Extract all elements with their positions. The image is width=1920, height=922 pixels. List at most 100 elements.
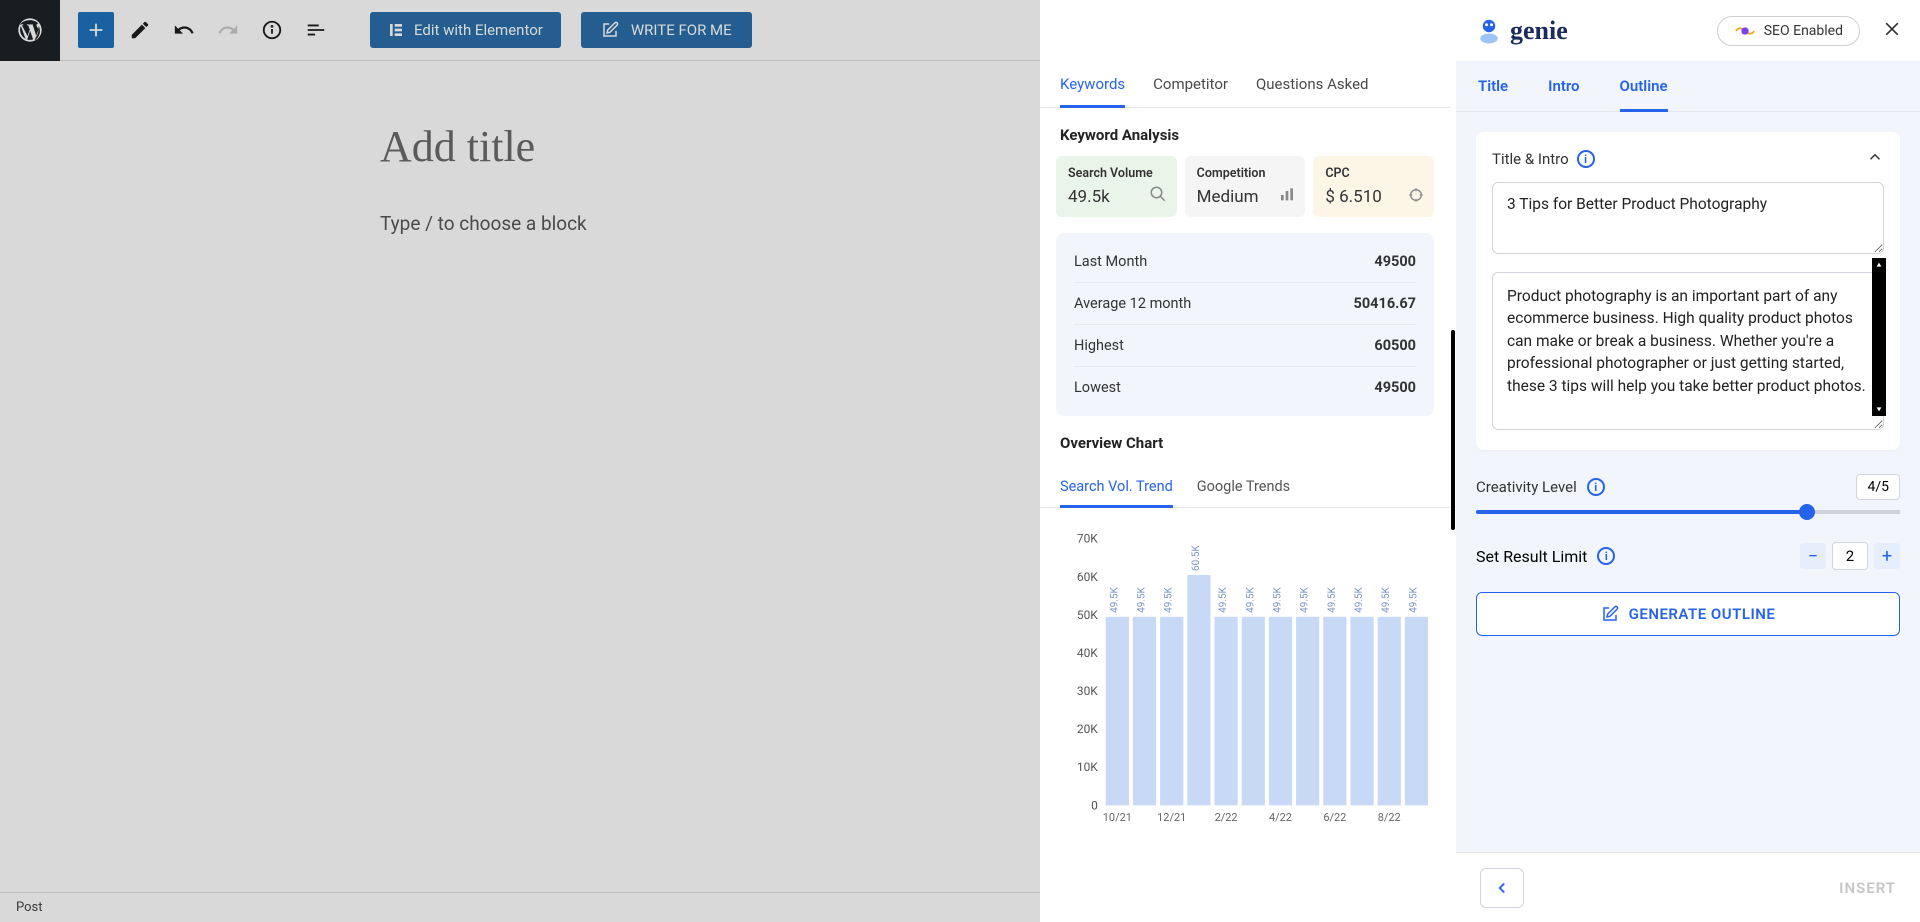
creativity-slider[interactable] <box>1476 510 1900 514</box>
stat-avg-label: Average 12 month <box>1074 295 1191 312</box>
svg-text:50K: 50K <box>1077 608 1098 622</box>
outline-header: genie SEO Enabled <box>1456 0 1920 61</box>
close-icon <box>1882 19 1902 39</box>
stat-last-month-label: Last Month <box>1074 253 1147 270</box>
chart-tab-search-trend[interactable]: Search Vol. Trend <box>1060 478 1173 507</box>
scroll-up-icon[interactable] <box>1872 258 1886 272</box>
genie-panel: Keywords Competitor Questions Asked Keyw… <box>1040 0 1920 922</box>
seo-badge-icon <box>1734 23 1756 39</box>
genie-icon <box>1474 16 1504 46</box>
stat-low-value: 49500 <box>1374 379 1416 396</box>
step-title[interactable]: Title <box>1478 61 1508 111</box>
title-intro-header[interactable]: Title & Intro i <box>1492 148 1884 170</box>
svg-text:49.5K: 49.5K <box>1164 586 1175 612</box>
limit-decrement-button[interactable]: − <box>1800 543 1826 569</box>
overview-chart-heading: Overview Chart <box>1040 416 1450 464</box>
intro-scrollbar[interactable] <box>1872 258 1886 416</box>
svg-text:70K: 70K <box>1077 532 1098 546</box>
search-trend-chart: 70K 60K 50K 40K 30K 20K 10K 0 49.5K 49.5K 49.5K 60.… <box>1056 528 1434 828</box>
limit-input[interactable] <box>1832 542 1868 570</box>
svg-text:60.5K: 60.5K <box>1191 545 1202 571</box>
keyword-panel: Keywords Competitor Questions Asked Keyw… <box>1040 0 1450 922</box>
keyword-analysis-heading: Keyword Analysis <box>1040 108 1450 156</box>
genie-logo: genie <box>1474 16 1568 46</box>
svg-text:49.5K: 49.5K <box>1218 586 1229 612</box>
title-intro-card: Title & Intro i <box>1476 132 1900 450</box>
outline-panel: genie SEO Enabled Title Intro Outline Ti… <box>1456 0 1920 922</box>
svg-text:2/22: 2/22 <box>1215 811 1238 824</box>
target-icon <box>1408 187 1424 207</box>
stat-high-label: Highest <box>1074 337 1124 354</box>
svg-text:10K: 10K <box>1077 760 1098 774</box>
metric-search-volume: Search Volume 49.5k <box>1056 156 1177 217</box>
svg-text:49.5K: 49.5K <box>1300 586 1311 612</box>
svg-text:20K: 20K <box>1077 722 1098 736</box>
svg-text:0: 0 <box>1091 798 1098 812</box>
seo-enabled-pill[interactable]: SEO Enabled <box>1717 16 1860 46</box>
stat-high-value: 60500 <box>1374 337 1416 354</box>
svg-text:49.5K: 49.5K <box>1137 586 1148 612</box>
limit-label: Set Result Limit <box>1476 547 1587 566</box>
info-icon[interactable]: i <box>1597 547 1615 565</box>
stat-avg-value: 50416.67 <box>1354 295 1416 312</box>
outline-footer: INSERT <box>1456 852 1920 922</box>
back-button[interactable] <box>1480 868 1524 908</box>
step-intro[interactable]: Intro <box>1548 61 1579 111</box>
svg-text:49.5K: 49.5K <box>1408 586 1419 612</box>
svg-text:49.5K: 49.5K <box>1354 586 1365 612</box>
svg-text:6/22: 6/22 <box>1323 811 1346 824</box>
stat-low-label: Lowest <box>1074 379 1121 396</box>
svg-text:4/22: 4/22 <box>1269 811 1292 824</box>
metric-cpc: CPC $ 6.510 <box>1313 156 1434 217</box>
svg-text:10/21: 10/21 <box>1103 811 1132 824</box>
search-icon <box>1149 185 1167 207</box>
info-icon[interactable]: i <box>1587 478 1605 496</box>
svg-text:60K: 60K <box>1077 570 1098 584</box>
svg-text:12/21: 12/21 <box>1157 811 1186 824</box>
svg-text:49.5K: 49.5K <box>1327 586 1338 612</box>
chart-area: 70K 60K 50K 40K 30K 20K 10K 0 49.5K 49.5K 49.5K 60.… <box>1040 508 1450 832</box>
svg-text:49.5K: 49.5K <box>1381 586 1392 612</box>
outline-body: Title & Intro i Creativity Level i <box>1456 112 1920 852</box>
metrics-row: Search Volume 49.5k Competition Medium C… <box>1040 156 1450 217</box>
chevron-up-icon <box>1866 148 1884 170</box>
creativity-label: Creativity Level <box>1476 478 1577 496</box>
stats-box: Last Month 49500 Average 12 month 50416.67… <box>1056 233 1434 416</box>
pen-icon <box>1601 605 1619 623</box>
svg-text:40K: 40K <box>1077 646 1098 660</box>
svg-text:30K: 30K <box>1077 684 1098 698</box>
info-icon[interactable]: i <box>1577 150 1595 168</box>
bars-icon <box>1279 187 1295 207</box>
chart-tab-google-trends[interactable]: Google Trends <box>1197 478 1290 507</box>
svg-text:49.5K: 49.5K <box>1272 586 1283 612</box>
generate-label: GENERATE OUTLINE <box>1629 605 1776 623</box>
insert-button[interactable]: INSERT <box>1839 879 1896 897</box>
close-button[interactable] <box>1882 17 1902 45</box>
svg-text:49.5K: 49.5K <box>1109 586 1120 612</box>
title-intro-heading: Title & Intro <box>1492 150 1569 168</box>
svg-text:49.5K: 49.5K <box>1245 586 1256 612</box>
tab-questions[interactable]: Questions Asked <box>1256 61 1369 107</box>
seo-label: SEO Enabled <box>1764 23 1843 39</box>
result-limit-row: Set Result Limit i − + <box>1476 542 1900 570</box>
kw-tabs: Keywords Competitor Questions Asked <box>1040 61 1450 108</box>
creativity-row: Creativity Level i 4/5 <box>1476 474 1900 500</box>
scroll-down-icon[interactable] <box>1872 402 1886 416</box>
chart-tabs: Search Vol. Trend Google Trends <box>1040 468 1450 508</box>
metric-competition: Competition Medium <box>1185 156 1306 217</box>
panel-divider[interactable] <box>1450 0 1456 922</box>
creativity-value: 4/5 <box>1856 474 1900 500</box>
generate-outline-button[interactable]: GENERATE OUTLINE <box>1476 592 1900 636</box>
step-outline[interactable]: Outline <box>1620 61 1668 111</box>
limit-increment-button[interactable]: + <box>1874 543 1900 569</box>
stat-last-month-value: 49500 <box>1374 253 1416 270</box>
tab-competitor[interactable]: Competitor <box>1153 61 1228 107</box>
intro-textarea[interactable] <box>1492 272 1884 430</box>
comp-label: Competition <box>1197 166 1294 181</box>
step-tabs: Title Intro Outline <box>1456 61 1920 112</box>
tab-keywords[interactable]: Keywords <box>1060 61 1125 107</box>
slider-thumb[interactable] <box>1799 504 1815 520</box>
chevron-left-icon <box>1493 879 1511 897</box>
modal-backdrop <box>0 0 1040 922</box>
title-textarea[interactable] <box>1492 182 1884 254</box>
